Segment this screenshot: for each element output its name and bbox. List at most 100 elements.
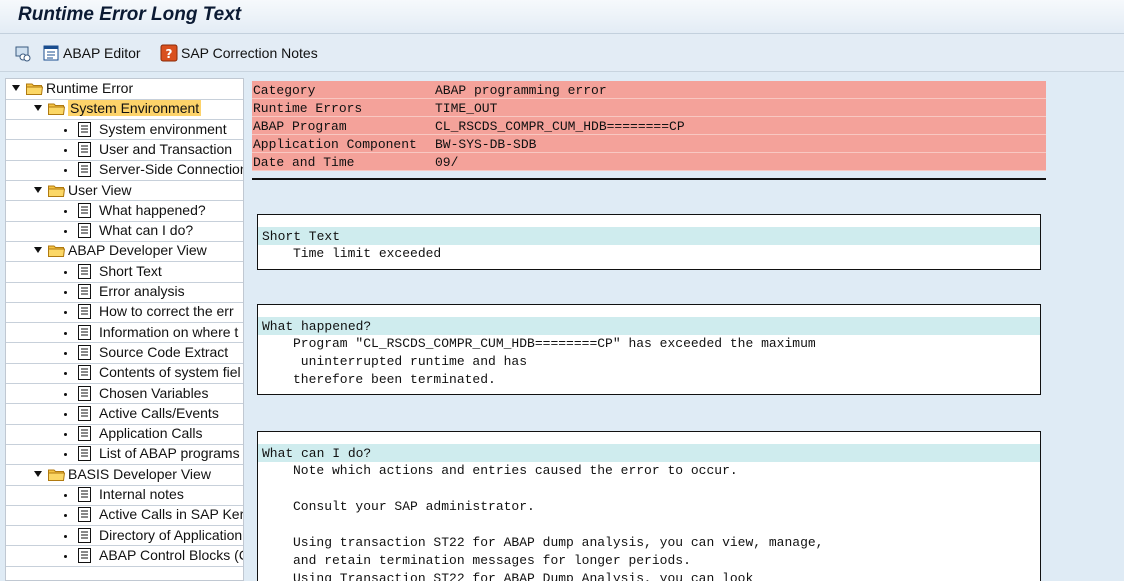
tree-node-label: Information on where t <box>99 323 239 340</box>
header-divider <box>252 178 1046 180</box>
short-text-section: Short Text Time limit exceeded <box>257 214 1041 270</box>
tree-group[interactable]: BASIS Developer View <box>6 465 243 485</box>
section-title: What can I do? <box>258 444 1040 462</box>
tree-item[interactable]: What can I do? <box>6 221 243 241</box>
bullet-icon <box>64 270 67 274</box>
tree-item[interactable]: Internal notes <box>6 485 243 505</box>
tree-item[interactable]: Source Code Extract <box>6 343 243 363</box>
header-row: Runtime Errors TIME_OUT <box>252 99 1046 117</box>
tree-node-label: User and Transaction <box>99 140 233 157</box>
header-key: Runtime Errors <box>253 101 363 116</box>
tree-item[interactable]: Chosen Variables <box>6 384 243 404</box>
document-icon <box>78 263 91 279</box>
section-line: therefore been terminated. <box>293 372 496 387</box>
document-icon <box>78 223 91 239</box>
tree-item[interactable]: Directory of Application <box>6 526 243 546</box>
tree-item[interactable]: How to correct the err <box>6 302 243 322</box>
header-row: Category ABAP programming error <box>252 81 1046 99</box>
section-line: and retain termination messages for long… <box>293 553 691 568</box>
tree-node-label: System Environment <box>68 100 202 117</box>
bullet-icon <box>64 230 67 234</box>
tree-node-label: Source Code Extract <box>99 343 229 360</box>
page-title: Runtime Error Long Text <box>18 4 242 25</box>
sap-correction-notes-label: SAP Correction Notes <box>181 45 318 61</box>
tree-item[interactable]: Error analysis <box>6 282 243 302</box>
abap-editor-icon <box>42 44 60 62</box>
sap-correction-notes-button[interactable]: ? SAP Correction Notes <box>160 43 318 63</box>
document-icon <box>78 284 91 299</box>
tree-item[interactable]: List of ABAP programs a <box>6 444 243 464</box>
tree-group[interactable]: System Environment <box>6 99 243 119</box>
tree-item[interactable]: Active Calls/Events <box>6 404 243 424</box>
tree-item[interactable]: System environment <box>6 120 243 140</box>
tree-root-runtime-error[interactable]: Runtime Error <box>6 79 243 99</box>
header-value: ABAP programming error <box>435 83 607 98</box>
folder-icon <box>26 82 44 95</box>
document-icon <box>78 507 91 523</box>
tree-node-label: Active Calls/Events <box>99 404 219 421</box>
display-button[interactable] <box>14 43 35 63</box>
document-icon <box>78 202 91 218</box>
abap-editor-button[interactable]: ABAP Editor <box>42 43 141 63</box>
tree-node-label: Active Calls in SAP Kern <box>99 506 244 523</box>
expand-arrow-icon[interactable] <box>12 85 20 91</box>
tree-node-label: ABAP Developer View <box>68 242 207 259</box>
expand-arrow-icon[interactable] <box>34 470 42 477</box>
document-icon <box>78 324 91 340</box>
bullet-icon <box>64 148 67 152</box>
expand-arrow-icon[interactable] <box>34 186 42 193</box>
tree-node-label: User View <box>68 181 132 198</box>
section-line: Note which actions and entries caused th… <box>293 463 738 478</box>
tree-node-label: How to correct the err <box>99 303 234 320</box>
tree-item[interactable]: Contents of system fiel <box>6 363 243 383</box>
expand-arrow-icon[interactable] <box>34 247 42 254</box>
bullet-icon <box>64 209 67 213</box>
bullet-icon <box>64 311 67 315</box>
tree-group[interactable]: ABAP Developer View <box>6 241 243 261</box>
section-line: uninterrupted runtime and has <box>293 354 528 369</box>
header-row: Date and Time 09/ <box>252 153 1046 171</box>
title-bar: Runtime Error Long Text <box>0 0 1124 34</box>
header-value: BW-SYS-DB-SDB <box>435 137 537 152</box>
tree-node-label: Error analysis <box>99 283 185 299</box>
header-value: 09/ <box>435 155 459 170</box>
what-can-i-do-section: What can I do? Note which actions and en… <box>257 431 1041 581</box>
tree-item[interactable]: User and Transaction <box>6 140 243 160</box>
document-icon <box>78 385 91 401</box>
header-row: Application Component BW-SYS-DB-SDB <box>252 135 1046 153</box>
bullet-icon <box>64 534 67 538</box>
document-icon <box>78 446 91 462</box>
tree-node-label: BASIS Developer View <box>68 465 211 482</box>
tree-item[interactable]: What happened? <box>6 201 243 221</box>
tree-item[interactable]: Application Calls <box>6 424 243 444</box>
document-icon <box>78 121 91 137</box>
bullet-icon <box>64 291 67 294</box>
tree-divider <box>6 565 243 567</box>
tree-item[interactable]: Active Calls in SAP Kern <box>6 505 244 525</box>
header-key: ABAP Program <box>253 119 347 134</box>
content-area: Category ABAP programming error Runtime E… <box>245 72 1124 581</box>
bullet-icon <box>64 372 67 376</box>
tree-node-label: What happened? <box>99 201 206 218</box>
header-value: TIME_OUT <box>435 101 498 116</box>
tree-node-label: What can I do? <box>99 222 194 239</box>
tree-group[interactable]: User View <box>6 181 243 201</box>
tree-node-label: Runtime Error <box>46 80 134 96</box>
folder-icon <box>48 184 66 197</box>
bullet-icon <box>64 128 67 132</box>
document-icon <box>78 405 91 421</box>
tree-item[interactable]: Short Text <box>6 262 243 282</box>
document-icon <box>78 304 91 320</box>
document-icon <box>78 426 91 442</box>
tree-item[interactable]: Server-Side Connection <box>6 160 243 180</box>
bullet-icon <box>64 412 67 416</box>
bullet-icon <box>64 554 67 558</box>
expand-arrow-icon[interactable] <box>34 105 42 112</box>
toolbar: ABAP Editor ? SAP Correction Notes <box>0 34 1124 72</box>
tree-item[interactable]: Information on where t <box>6 323 243 343</box>
tree-item[interactable]: ABAP Control Blocks (C <box>6 546 243 566</box>
bullet-icon <box>64 514 67 518</box>
display-icon <box>14 44 32 62</box>
bullet-icon <box>64 351 67 355</box>
svg-text:?: ? <box>166 47 173 61</box>
